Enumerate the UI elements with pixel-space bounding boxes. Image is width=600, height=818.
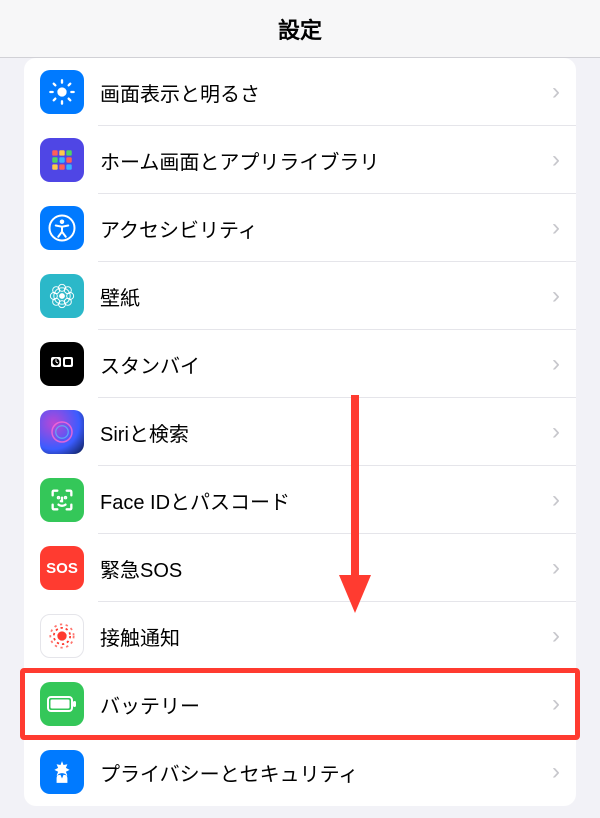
header: 設定 (0, 0, 600, 58)
row-sos[interactable]: SOS 緊急SOS › (24, 534, 576, 602)
row-siri[interactable]: Siriと検索 › (24, 398, 576, 466)
row-label: プライバシーとセキュリティ (100, 758, 552, 787)
row-label: バッテリー (100, 690, 552, 719)
chevron-right-icon: › (552, 486, 560, 514)
home-grid-icon (40, 138, 84, 182)
row-privacy[interactable]: プライバシーとセキュリティ › (24, 738, 576, 806)
row-label: Face IDとパスコード (100, 486, 552, 515)
faceid-icon (40, 478, 84, 522)
row-label: 画面表示と明るさ (100, 78, 552, 107)
row-label: Siriと検索 (100, 418, 552, 447)
row-label: 壁紙 (100, 282, 552, 311)
chevron-right-icon: › (552, 214, 560, 242)
chevron-right-icon: › (552, 622, 560, 650)
chevron-right-icon: › (552, 146, 560, 174)
exposure-icon (40, 614, 84, 658)
row-faceid[interactable]: Face IDとパスコード › (24, 466, 576, 534)
row-battery[interactable]: バッテリー › (24, 670, 576, 738)
privacy-icon (40, 750, 84, 794)
chevron-right-icon: › (552, 758, 560, 786)
chevron-right-icon: › (552, 554, 560, 582)
siri-icon (40, 410, 84, 454)
chevron-right-icon: › (552, 690, 560, 718)
row-label: アクセシビリティ (100, 214, 552, 243)
brightness-icon (40, 70, 84, 114)
row-accessibility[interactable]: アクセシビリティ › (24, 194, 576, 262)
settings-list: 画面表示と明るさ › ホーム画面とアプリライブラリ › アクセシビリティ › 壁… (24, 58, 576, 806)
sos-icon: SOS (40, 546, 84, 590)
chevron-right-icon: › (552, 282, 560, 310)
row-label: ホーム画面とアプリライブラリ (100, 146, 552, 175)
row-label: スタンバイ (100, 350, 552, 379)
page-title: 設定 (278, 13, 322, 45)
chevron-right-icon: › (552, 78, 560, 106)
battery-icon (40, 682, 84, 726)
row-display-brightness[interactable]: 画面表示と明るさ › (24, 58, 576, 126)
row-exposure[interactable]: 接触通知 › (24, 602, 576, 670)
row-home-screen[interactable]: ホーム画面とアプリライブラリ › (24, 126, 576, 194)
row-wallpaper[interactable]: 壁紙 › (24, 262, 576, 330)
standby-icon (40, 342, 84, 386)
chevron-right-icon: › (552, 418, 560, 446)
wallpaper-icon (40, 274, 84, 318)
chevron-right-icon: › (552, 350, 560, 378)
accessibility-icon (40, 206, 84, 250)
row-standby[interactable]: スタンバイ › (24, 330, 576, 398)
row-label: 接触通知 (100, 622, 552, 651)
row-label: 緊急SOS (100, 554, 552, 583)
